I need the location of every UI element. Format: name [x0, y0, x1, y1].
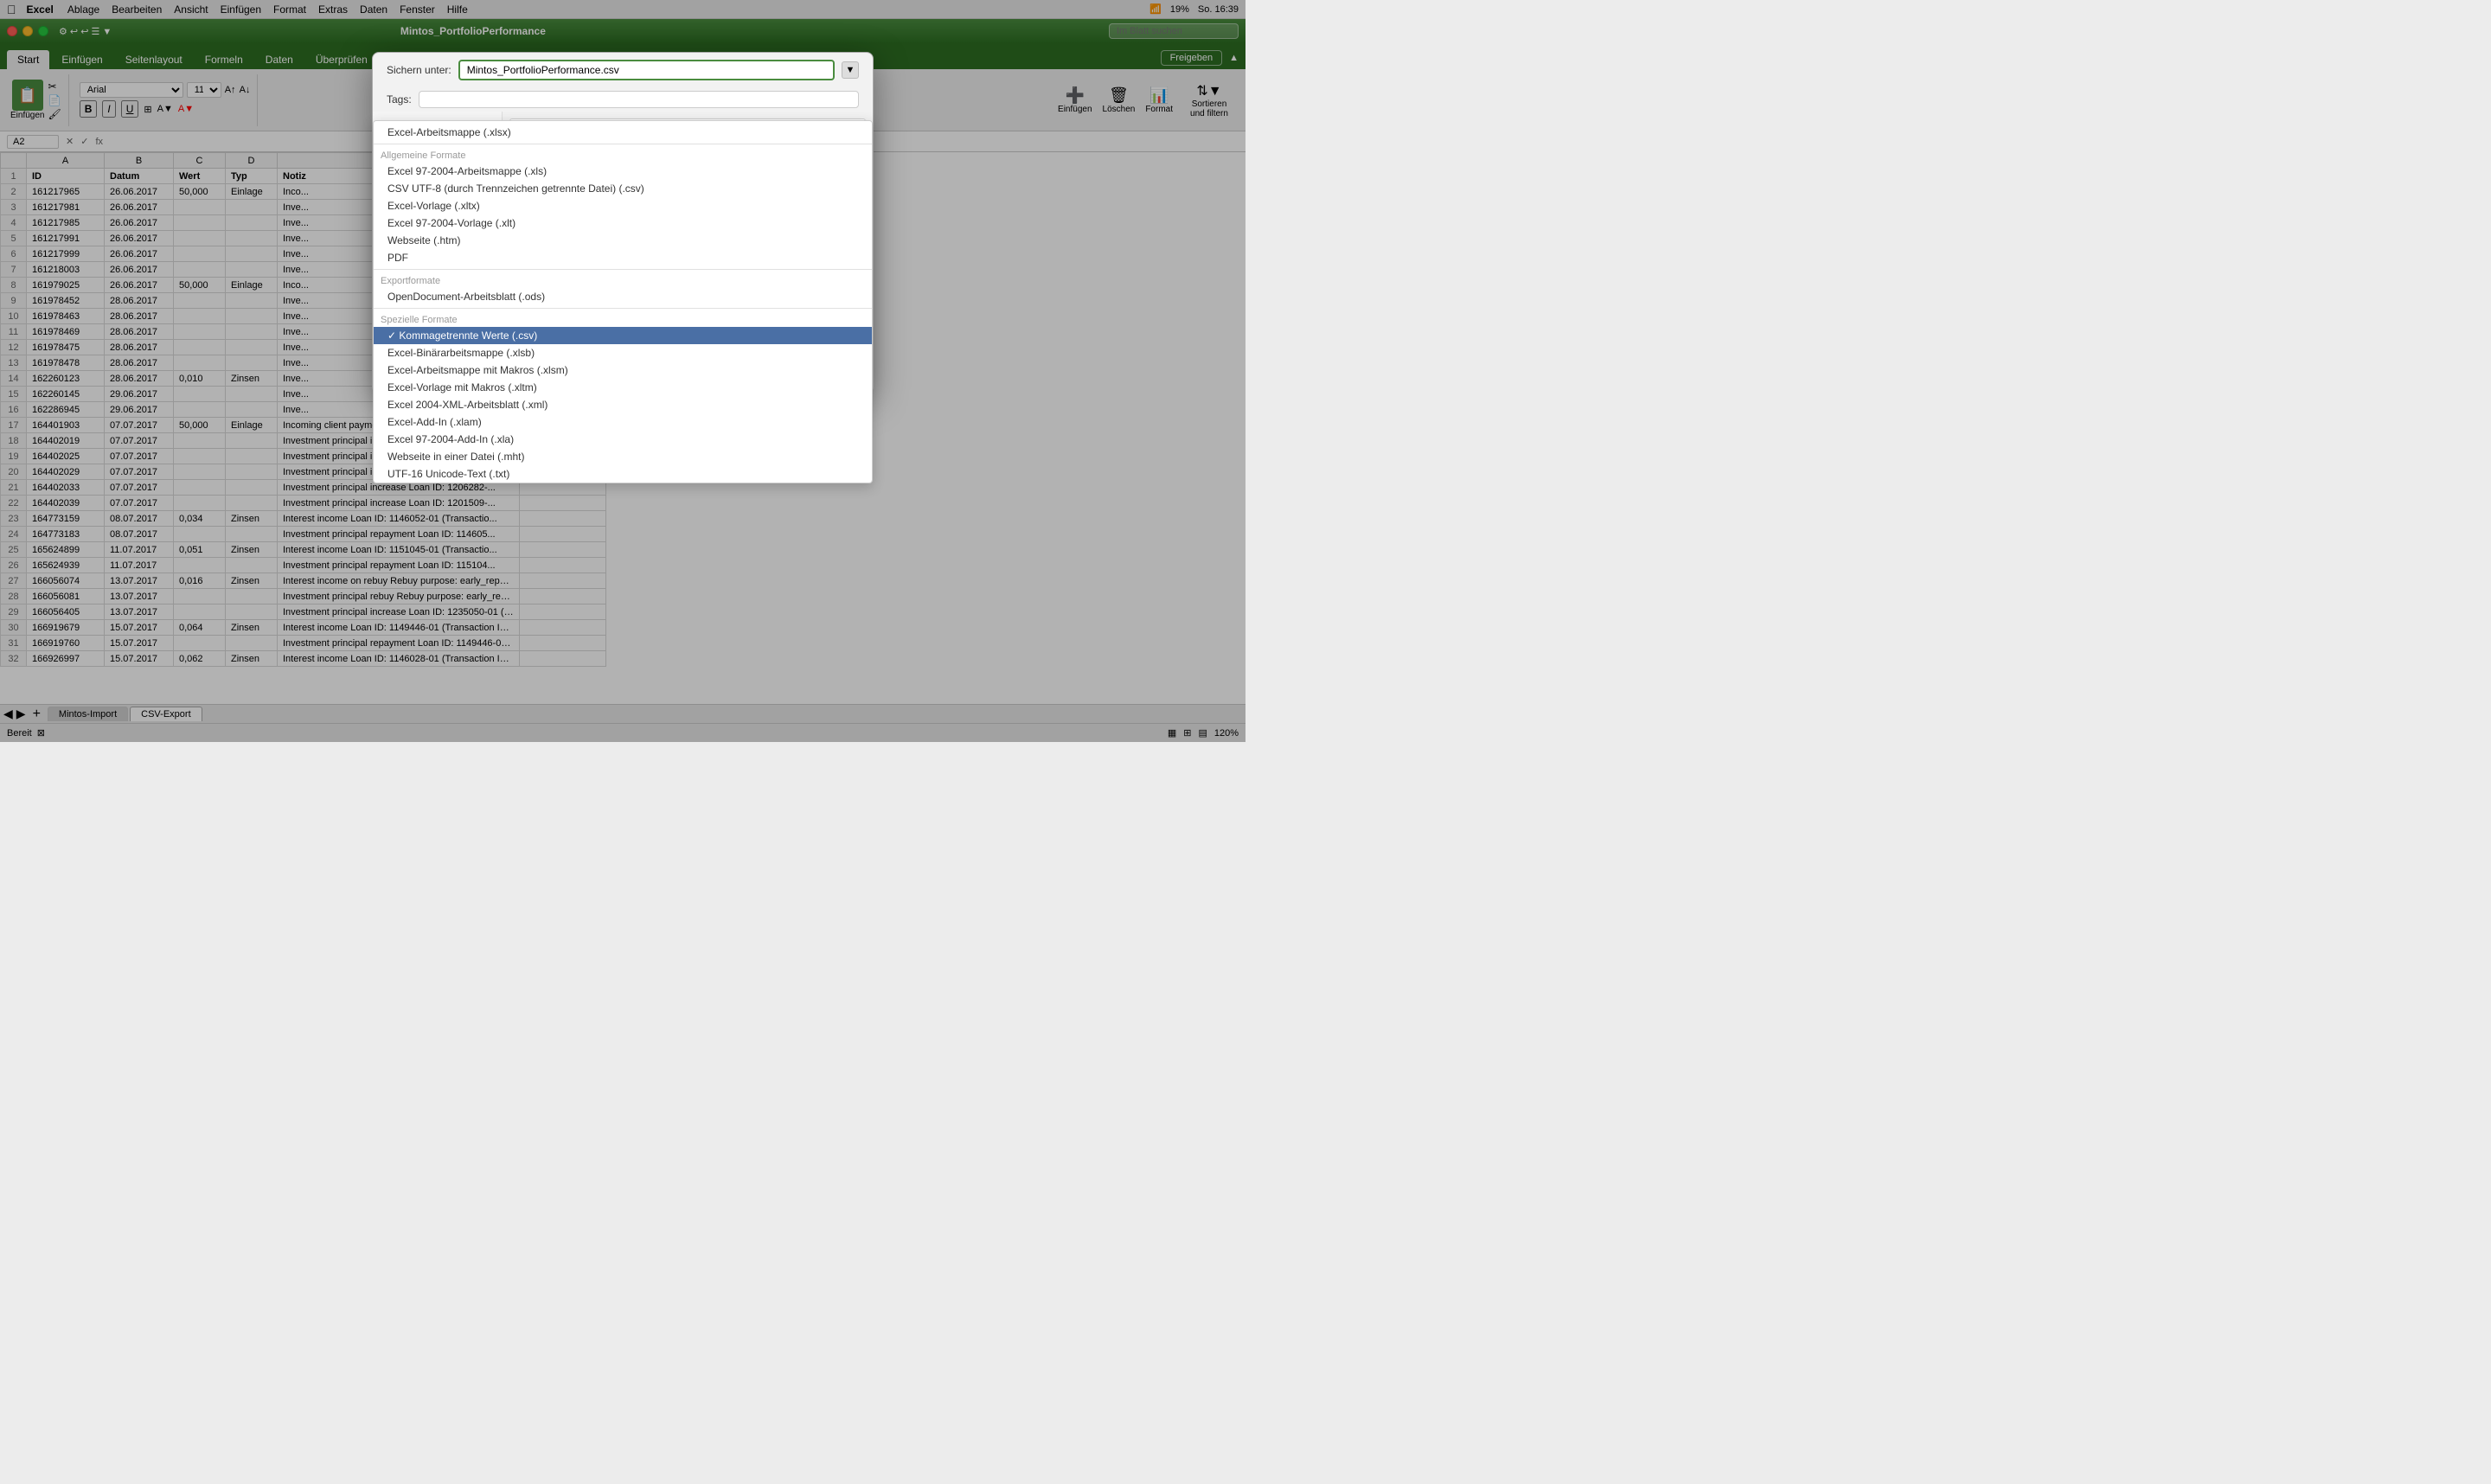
format-item-csvutf8[interactable]: CSV UTF-8 (durch Trennzeichen getrennte …: [503, 180, 872, 197]
filename-label: Sichern unter:: [387, 64, 451, 76]
format-item-htm[interactable]: Webseite (.htm): [503, 232, 872, 249]
format-item-pdf[interactable]: PDF: [503, 249, 872, 266]
format-sep-3: [503, 308, 872, 309]
save-dialog: Sichern unter: ▼ Tags: Favoriten ☁ iClou…: [372, 52, 874, 393]
format-group-allgemein: Allgemeine Formate: [503, 147, 872, 163]
format-item-xlsx[interactable]: Excel-Arbeitsmappe (.xlsx): [503, 121, 872, 141]
format-popup: Excel-Arbeitsmappe (.xlsx) Allgemeine Fo…: [503, 120, 873, 354]
format-item-xls97[interactable]: Excel 97-2004-Arbeitsmappe (.xls): [503, 163, 872, 180]
format-group-export: Exportformate: [503, 272, 872, 288]
format-item-ods[interactable]: OpenDocument-Arbeitsblatt (.ods): [503, 288, 872, 305]
format-item-xltx[interactable]: Excel-Vorlage (.xltx): [503, 197, 872, 214]
dialog-tags-row: Tags:: [373, 87, 873, 112]
format-item-xlt97[interactable]: Excel 97-2004-Vorlage (.xlt): [503, 214, 872, 232]
expand-dialog-button[interactable]: ▼: [842, 61, 859, 79]
dialog-filename-row: Sichern unter: ▼: [373, 53, 873, 87]
format-item-xlsb[interactable]: Excel-Binärarbeitsmappe (.xlsb): [503, 344, 872, 354]
dialog-main: Excel-Arbeitsmappe (.xlsx) ▶ Excel-Arbei…: [503, 112, 873, 354]
format-group-spezielle: Spezielle Formate: [503, 311, 872, 327]
format-sep-2: [503, 269, 872, 270]
format-item-csv[interactable]: Kommagetrennte Werte (.csv): [503, 327, 872, 344]
tags-input[interactable]: [419, 91, 859, 108]
dialog-body: Favoriten ☁ iCloud Drive 🖥 Schreibtisch …: [373, 112, 873, 354]
filename-input[interactable]: [458, 60, 835, 80]
dialog-overlay: Sichern unter: ▼ Tags: Favoriten ☁ iClou…: [0, 0, 1246, 742]
tags-label: Tags:: [387, 93, 412, 106]
